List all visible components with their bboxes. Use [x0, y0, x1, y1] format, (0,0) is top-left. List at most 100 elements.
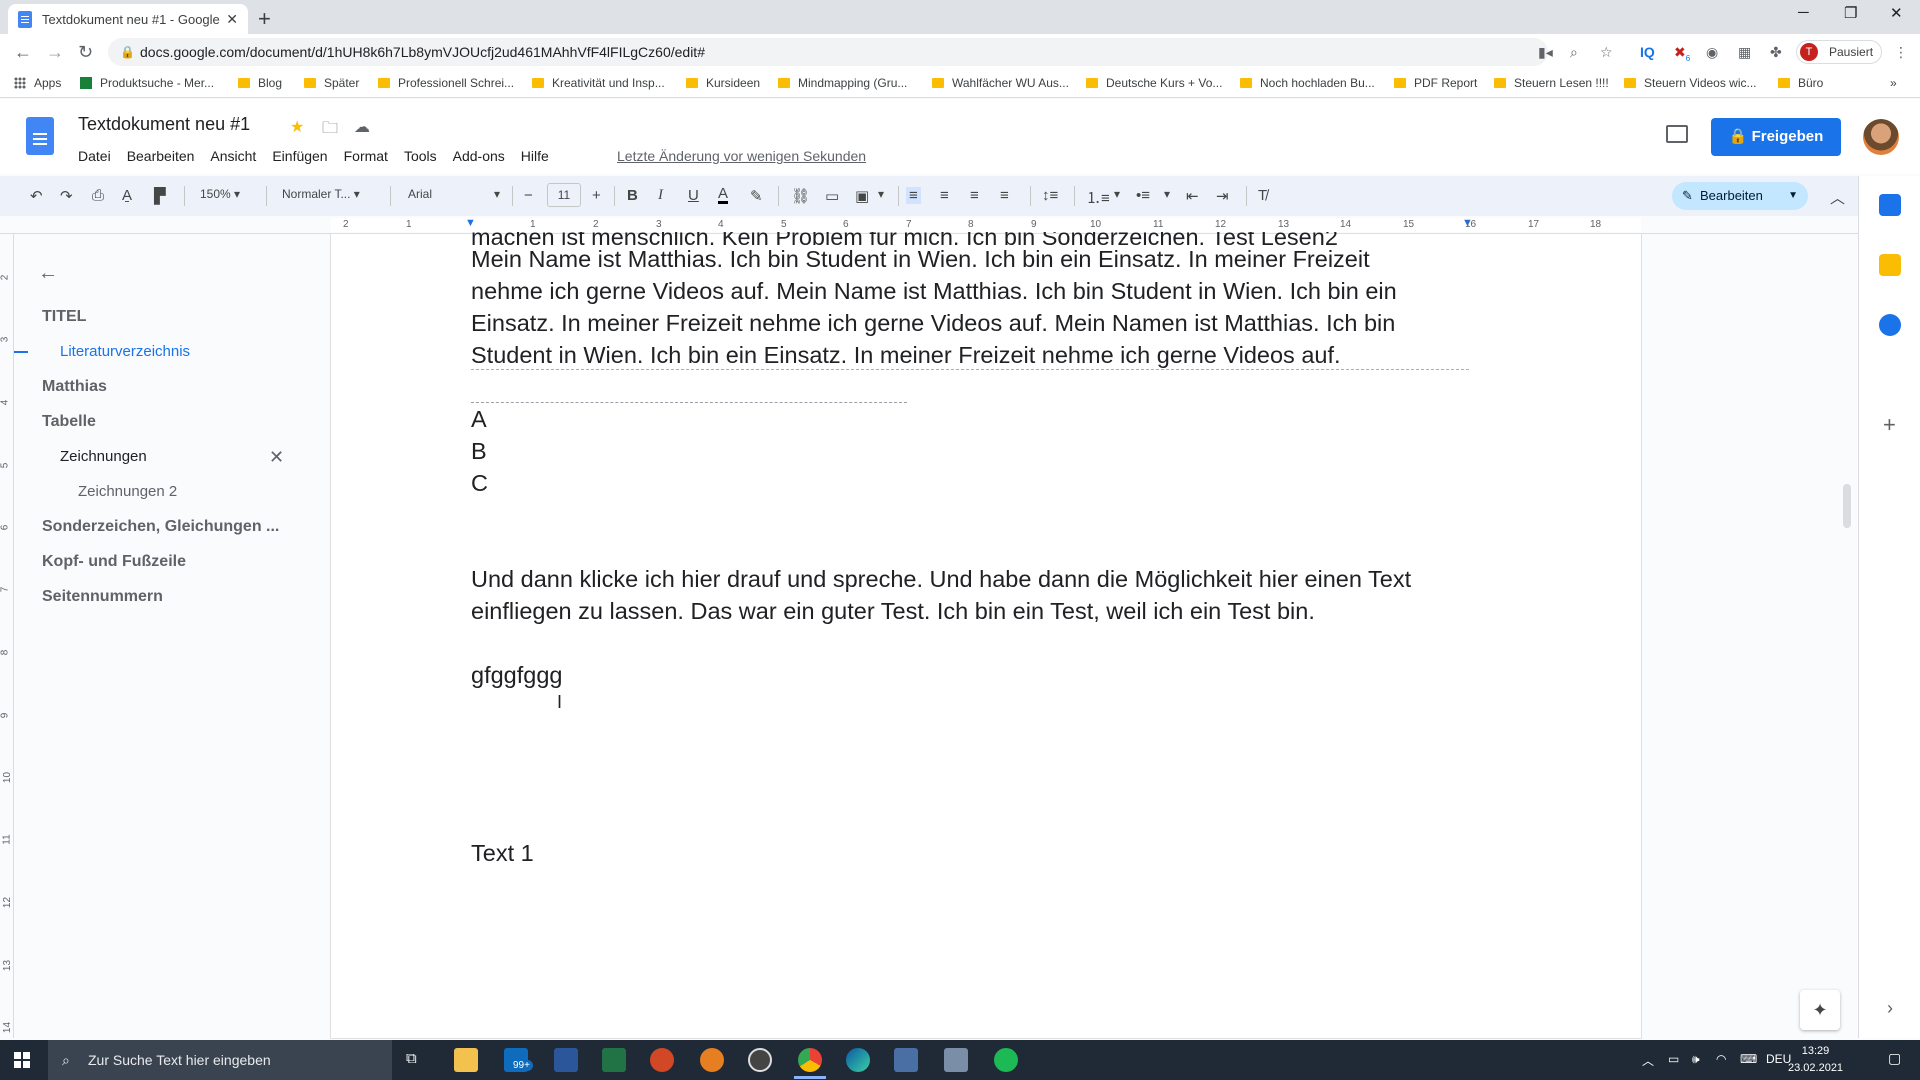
redo-icon[interactable]: ↷	[60, 187, 73, 205]
bookmark-item[interactable]: Professionell Schrei...	[378, 76, 514, 90]
last-edit-link[interactable]: Letzte Änderung vor wenigen Sekunden	[617, 148, 866, 164]
outline-item-seitennummern[interactable]: Seitennummern	[42, 588, 163, 606]
bulleted-list-dropdown-icon[interactable]: ▾	[1164, 187, 1170, 201]
zoom-icon[interactable]: ⌕	[1570, 44, 1578, 61]
increase-indent-icon[interactable]: ⇥	[1216, 187, 1229, 205]
task-view-icon[interactable]: ⧉	[406, 1050, 417, 1067]
undo-icon[interactable]: ↶	[30, 187, 43, 205]
app-icon[interactable]	[700, 1048, 724, 1072]
outline-item-kopf-fusszeile[interactable]: Kopf- und Fußzeile	[42, 553, 186, 571]
clear-formatting-icon[interactable]: T̸	[1258, 187, 1267, 204]
bookmark-item[interactable]: Büro	[1778, 76, 1823, 90]
restore-icon[interactable]: ❐	[1844, 4, 1857, 22]
comment-history-icon[interactable]	[1666, 125, 1688, 143]
bookmark-item[interactable]: Später	[304, 76, 359, 90]
forward-icon[interactable]: →	[46, 42, 64, 63]
chrome-icon[interactable]	[798, 1048, 822, 1072]
reload-icon[interactable]: ↻	[78, 42, 93, 63]
font-select[interactable]: Arial ▾	[408, 187, 500, 201]
camera-icon[interactable]: ▮◂	[1538, 44, 1553, 61]
line-spacing-icon[interactable]: ↕≡	[1042, 187, 1058, 204]
bookmark-item[interactable]: Blog	[238, 76, 282, 90]
menu-einfuegen[interactable]: Einfügen	[272, 148, 327, 164]
numbered-list-icon[interactable]: ⒈≡	[1086, 187, 1110, 208]
bookmark-item[interactable]: Kreativität und Insp...	[532, 76, 665, 90]
editing-mode-select[interactable]: ✎ Bearbeiten ▼	[1672, 182, 1808, 210]
increase-font-size-icon[interactable]: +	[592, 187, 601, 204]
bookmark-item[interactable]: Wahlfächer WU Aus...	[932, 76, 1069, 90]
explore-icon[interactable]: ✦	[1800, 990, 1840, 1030]
italic-icon[interactable]: I	[658, 187, 663, 204]
outline-item-titel[interactable]: TITEL	[42, 308, 86, 326]
keyboard-icon[interactable]: ⌨	[1740, 1052, 1757, 1066]
new-tab-icon[interactable]: +	[258, 6, 271, 32]
app-icon[interactable]	[894, 1048, 918, 1072]
font-size-input[interactable]: 11	[547, 183, 581, 207]
obs-icon[interactable]	[748, 1048, 772, 1072]
remove-heading-icon[interactable]: ✕	[269, 447, 284, 468]
notifications-icon[interactable]: ▢	[1888, 1050, 1901, 1067]
outline-item-literaturverzeichnis[interactable]: Literaturverzeichnis	[60, 343, 190, 360]
vertical-ruler[interactable]: 2 3 4 5 6 7 8 9 10 11 12 13 14	[0, 234, 14, 1038]
clock[interactable]: 13:29 23.02.2021	[1788, 1043, 1843, 1077]
paragraph-style-select[interactable]: Normaler T... ▾	[282, 187, 360, 201]
highlight-color-icon[interactable]: ✎	[750, 187, 763, 205]
star-icon[interactable]: ★	[290, 117, 304, 137]
tab-close-icon[interactable]: ✕	[226, 11, 238, 28]
url-bar[interactable]: 🔒 docs.google.com/document/d/1hUH8k6h7Lb…	[108, 38, 1548, 66]
menu-format[interactable]: Format	[344, 148, 388, 164]
outline-item-sonderzeichen[interactable]: Sonderzeichen, Gleichungen ...	[42, 518, 279, 536]
outline-item-tabelle[interactable]: Tabelle	[42, 413, 96, 431]
minimize-icon[interactable]: ─	[1798, 4, 1809, 21]
iq-extension-icon[interactable]: IQ	[1640, 44, 1655, 60]
decrease-indent-icon[interactable]: ⇤	[1186, 187, 1199, 205]
calendar-icon[interactable]	[1879, 194, 1901, 216]
decrease-font-size-icon[interactable]: −	[524, 187, 533, 204]
bookmark-item[interactable]: Deutsche Kurs + Vo...	[1086, 76, 1222, 90]
text-color-icon[interactable]: A	[718, 186, 729, 204]
bookmark-item[interactable]: Steuern Lesen !!!!	[1494, 76, 1609, 90]
outline-item-zeichnungen[interactable]: Zeichnungen	[60, 448, 147, 465]
app-icon[interactable]	[944, 1048, 968, 1072]
move-folder-icon[interactable]: 🗀	[322, 117, 338, 144]
windows-start-icon[interactable]	[14, 1052, 30, 1068]
align-center-icon[interactable]: ≡	[940, 187, 949, 204]
paint-format-icon[interactable]: ▛	[154, 187, 166, 205]
word-icon[interactable]	[554, 1048, 578, 1072]
outline-item-matthias[interactable]: Matthias	[42, 378, 107, 396]
close-outline-arrow-icon[interactable]: ←	[38, 262, 58, 285]
battery-icon[interactable]: ▭	[1668, 1052, 1679, 1066]
align-right-icon[interactable]: ≡	[970, 187, 979, 204]
back-icon[interactable]: ←	[14, 42, 32, 63]
browser-tab-active[interactable]: Textdokument neu #1 - Google D ✕	[8, 4, 248, 34]
extension-badge-icon[interactable]: ✖6	[1674, 44, 1690, 63]
puzzle-icon[interactable]: ✤	[1770, 44, 1782, 61]
horizontal-ruler[interactable]: ▼ ▼ 2 1 1 2 3 4 5 6 7 8 9 10 11 12 13 14…	[0, 216, 1858, 234]
print-icon[interactable]: ⎙	[92, 187, 104, 204]
add-addon-icon[interactable]: +	[1883, 412, 1896, 438]
collapse-menus-icon[interactable]: ︿	[1830, 187, 1845, 208]
taskbar-search-input[interactable]: ⌕ Zur Suche Text hier eingeben	[48, 1040, 392, 1080]
excel-icon[interactable]	[602, 1048, 626, 1072]
bookmark-item[interactable]: Steuern Videos wic...	[1624, 76, 1757, 90]
speaker-icon[interactable]: 🕪	[1692, 1052, 1700, 1067]
outline-item-zeichnungen-2[interactable]: Zeichnungen 2	[78, 483, 177, 500]
share-button[interactable]: 🔒 Freigeben	[1711, 118, 1841, 156]
bookmark-item[interactable]: Produktsuche - Mer...	[80, 76, 214, 90]
globe-extension-icon[interactable]: ◉	[1706, 44, 1718, 61]
user-avatar[interactable]	[1863, 119, 1899, 155]
menu-datei[interactable]: Datei	[78, 148, 111, 164]
tasks-icon[interactable]	[1879, 314, 1901, 336]
zoom-select[interactable]: 150% ▾	[200, 187, 240, 201]
bulleted-list-icon[interactable]: •≡	[1136, 187, 1150, 204]
bookmark-item[interactable]: PDF Report	[1394, 76, 1477, 90]
align-justify-icon[interactable]: ≡	[1000, 187, 1009, 204]
edge-icon[interactable]	[846, 1048, 870, 1072]
insert-link-icon[interactable]: ⛓	[791, 187, 810, 205]
document-title[interactable]: Textdokument neu #1	[78, 114, 250, 135]
menu-bearbeiten[interactable]: Bearbeiten	[127, 148, 195, 164]
bold-icon[interactable]: B	[627, 187, 638, 204]
network-icon[interactable]: ◠	[1716, 1052, 1726, 1066]
window-close-icon[interactable]: ✕	[1890, 4, 1903, 22]
document-scrollbar[interactable]	[1843, 484, 1851, 528]
